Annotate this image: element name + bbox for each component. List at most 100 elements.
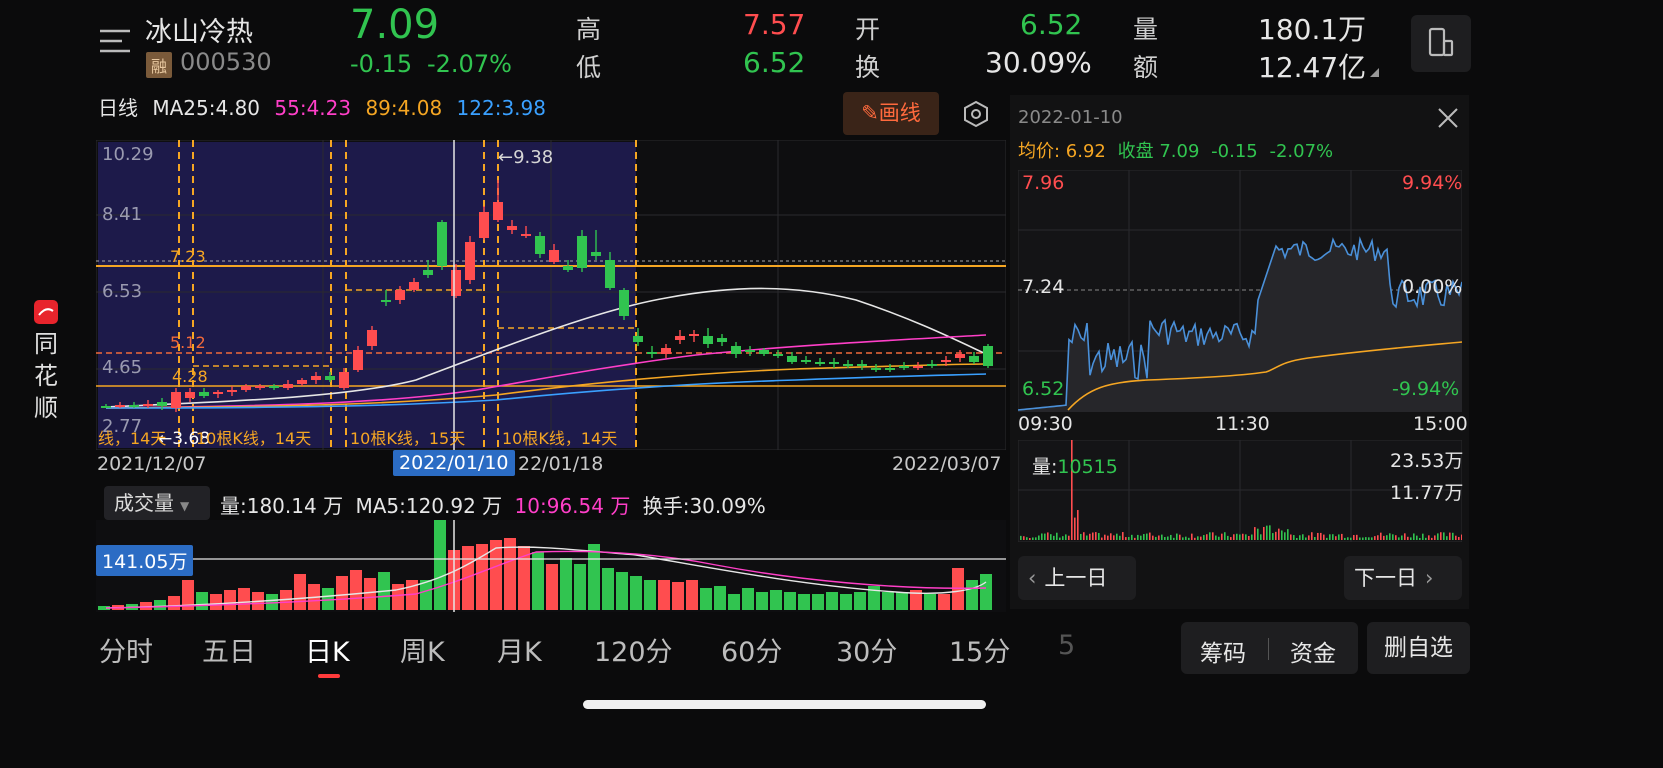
intraday-volume-bar [1326,537,1328,540]
candle-body [703,336,713,344]
chips-button[interactable]: 筹码 [1200,634,1246,668]
candle-body [955,354,965,358]
tab-120min[interactable]: 120分 [594,630,673,669]
intraday-volume-bar [1314,536,1316,540]
candle-body [479,212,489,238]
intraday-volume-bar [1113,535,1115,540]
prev-day-button[interactable]: ‹ 上一日 [1018,556,1136,600]
candle-body [241,386,251,390]
volume-bar [224,590,236,610]
intraday-volume-bar [1371,537,1373,540]
funds-button[interactable]: 资金 [1290,634,1336,668]
amount-label: 额 [1133,53,1159,82]
candle-body [409,282,419,290]
candle-body [661,348,671,354]
candle-body [535,236,545,254]
volume-bar [728,594,740,610]
tab-30min[interactable]: 30分 [836,630,897,669]
settings-hex-icon[interactable] [962,100,990,128]
candle-body [283,384,293,388]
intraday-volume-bar [1356,534,1358,540]
intraday-volume-bar [1323,534,1325,540]
intraday-volume-bar [1047,532,1049,540]
intraday-volume-bar [1107,535,1109,540]
intraday-volume-bar [1308,535,1310,540]
remove-watchlist-button[interactable]: 删自选 [1367,622,1470,674]
intraday-volume-bar [1137,534,1139,540]
candle-body [745,350,755,352]
margin-badge: 融 [146,52,173,78]
intraday-volume-bar [1164,537,1166,540]
volume-bar [630,576,642,610]
menu-icon[interactable] [100,28,130,54]
period-label: 日线 [98,96,138,120]
next-day-button[interactable]: 下一日 › [1344,556,1462,600]
intraday-vol-tick: 23.53万 [1390,450,1464,472]
intraday-chart[interactable] [1018,170,1462,412]
indicator-selector[interactable]: 成交量 ▼ [104,486,210,520]
candle-body [647,352,657,354]
intraday-volume-bar [1350,537,1352,540]
tab-five-day[interactable]: 五日 [202,630,256,669]
intraday-volume-bar [1269,525,1271,540]
app-logo-icon[interactable] [34,300,58,324]
intraday-volume-bar [1158,535,1160,540]
time-mid: 11:30 [1215,413,1270,435]
intraday-volume-bar [1218,536,1220,540]
intraday-volume-bar [1458,536,1460,540]
tab-daily-k[interactable]: 日K [305,630,350,669]
volume-bar [854,592,866,610]
intraday-volume-bar [1200,536,1202,540]
intraday-volume-bar [1461,534,1462,540]
volume-bar [336,576,348,610]
expand-corner-icon[interactable] [1370,68,1379,77]
intraday-volume-bar [1209,532,1211,540]
tab-15min[interactable]: 15分 [949,630,1010,669]
close-icon[interactable] [1435,105,1461,131]
intraday-volume-bar [1062,536,1064,540]
candle-body [871,368,881,370]
tab-60min[interactable]: 60分 [721,630,782,669]
tab-monthly-k[interactable]: 月K [497,630,542,669]
intraday-volume-bar [1389,533,1391,540]
volume-bar [700,588,712,610]
intraday-volume-bar [1455,535,1457,540]
candle-body [591,252,601,256]
intraday-volume-bar [1239,534,1241,540]
kline-chart[interactable]: 10.29 8.41 6.53 4.65 2.77 7.23 5.12 4.28… [96,140,1006,450]
intraday-volume-bar [1143,534,1145,540]
volume-chart[interactable] [96,520,1006,612]
candle-body [731,346,741,354]
home-indicator [583,700,986,709]
intraday-volume-bar [1302,534,1304,540]
tab-intraday[interactable]: 分时 [99,630,153,669]
date-start: 2021/12/07 [97,453,207,475]
intraday-volume-bar [1056,532,1058,540]
candle-body [885,368,895,370]
range-label: 10根K线，14天 [196,429,311,448]
volume-bar [952,568,964,610]
tab-weekly-k[interactable]: 周K [400,630,445,669]
intraday-volume-bar [1119,535,1121,540]
intraday-volume-bar [1215,535,1217,540]
intraday-volume-bar [1053,535,1055,540]
chevron-right-icon: › [1425,566,1434,590]
current-price: 7.09 [350,2,440,48]
intraday-volume-bar [1170,534,1172,540]
level-label: 7.23 [170,247,206,266]
tab-5min[interactable]: 5 [1058,630,1075,661]
candle-body [815,362,825,364]
time-close: 15:00 [1413,413,1468,435]
draw-line-button[interactable]: ✎画线 [843,92,939,135]
intraday-vol-value: 10515 [1057,456,1118,478]
volume-bar [210,594,222,610]
intraday-volume-bar [1422,533,1424,540]
volume-bar [742,588,754,610]
volume-bar [532,552,544,610]
intraday-volume-bar [1377,535,1379,540]
intraday-volume-bar [1392,534,1394,540]
intraday-volume-bar [1104,534,1106,540]
ma55-value: 55:4.23 [274,96,352,120]
intraday-volume-bar [1374,536,1376,540]
device-switch-button[interactable] [1411,15,1471,72]
